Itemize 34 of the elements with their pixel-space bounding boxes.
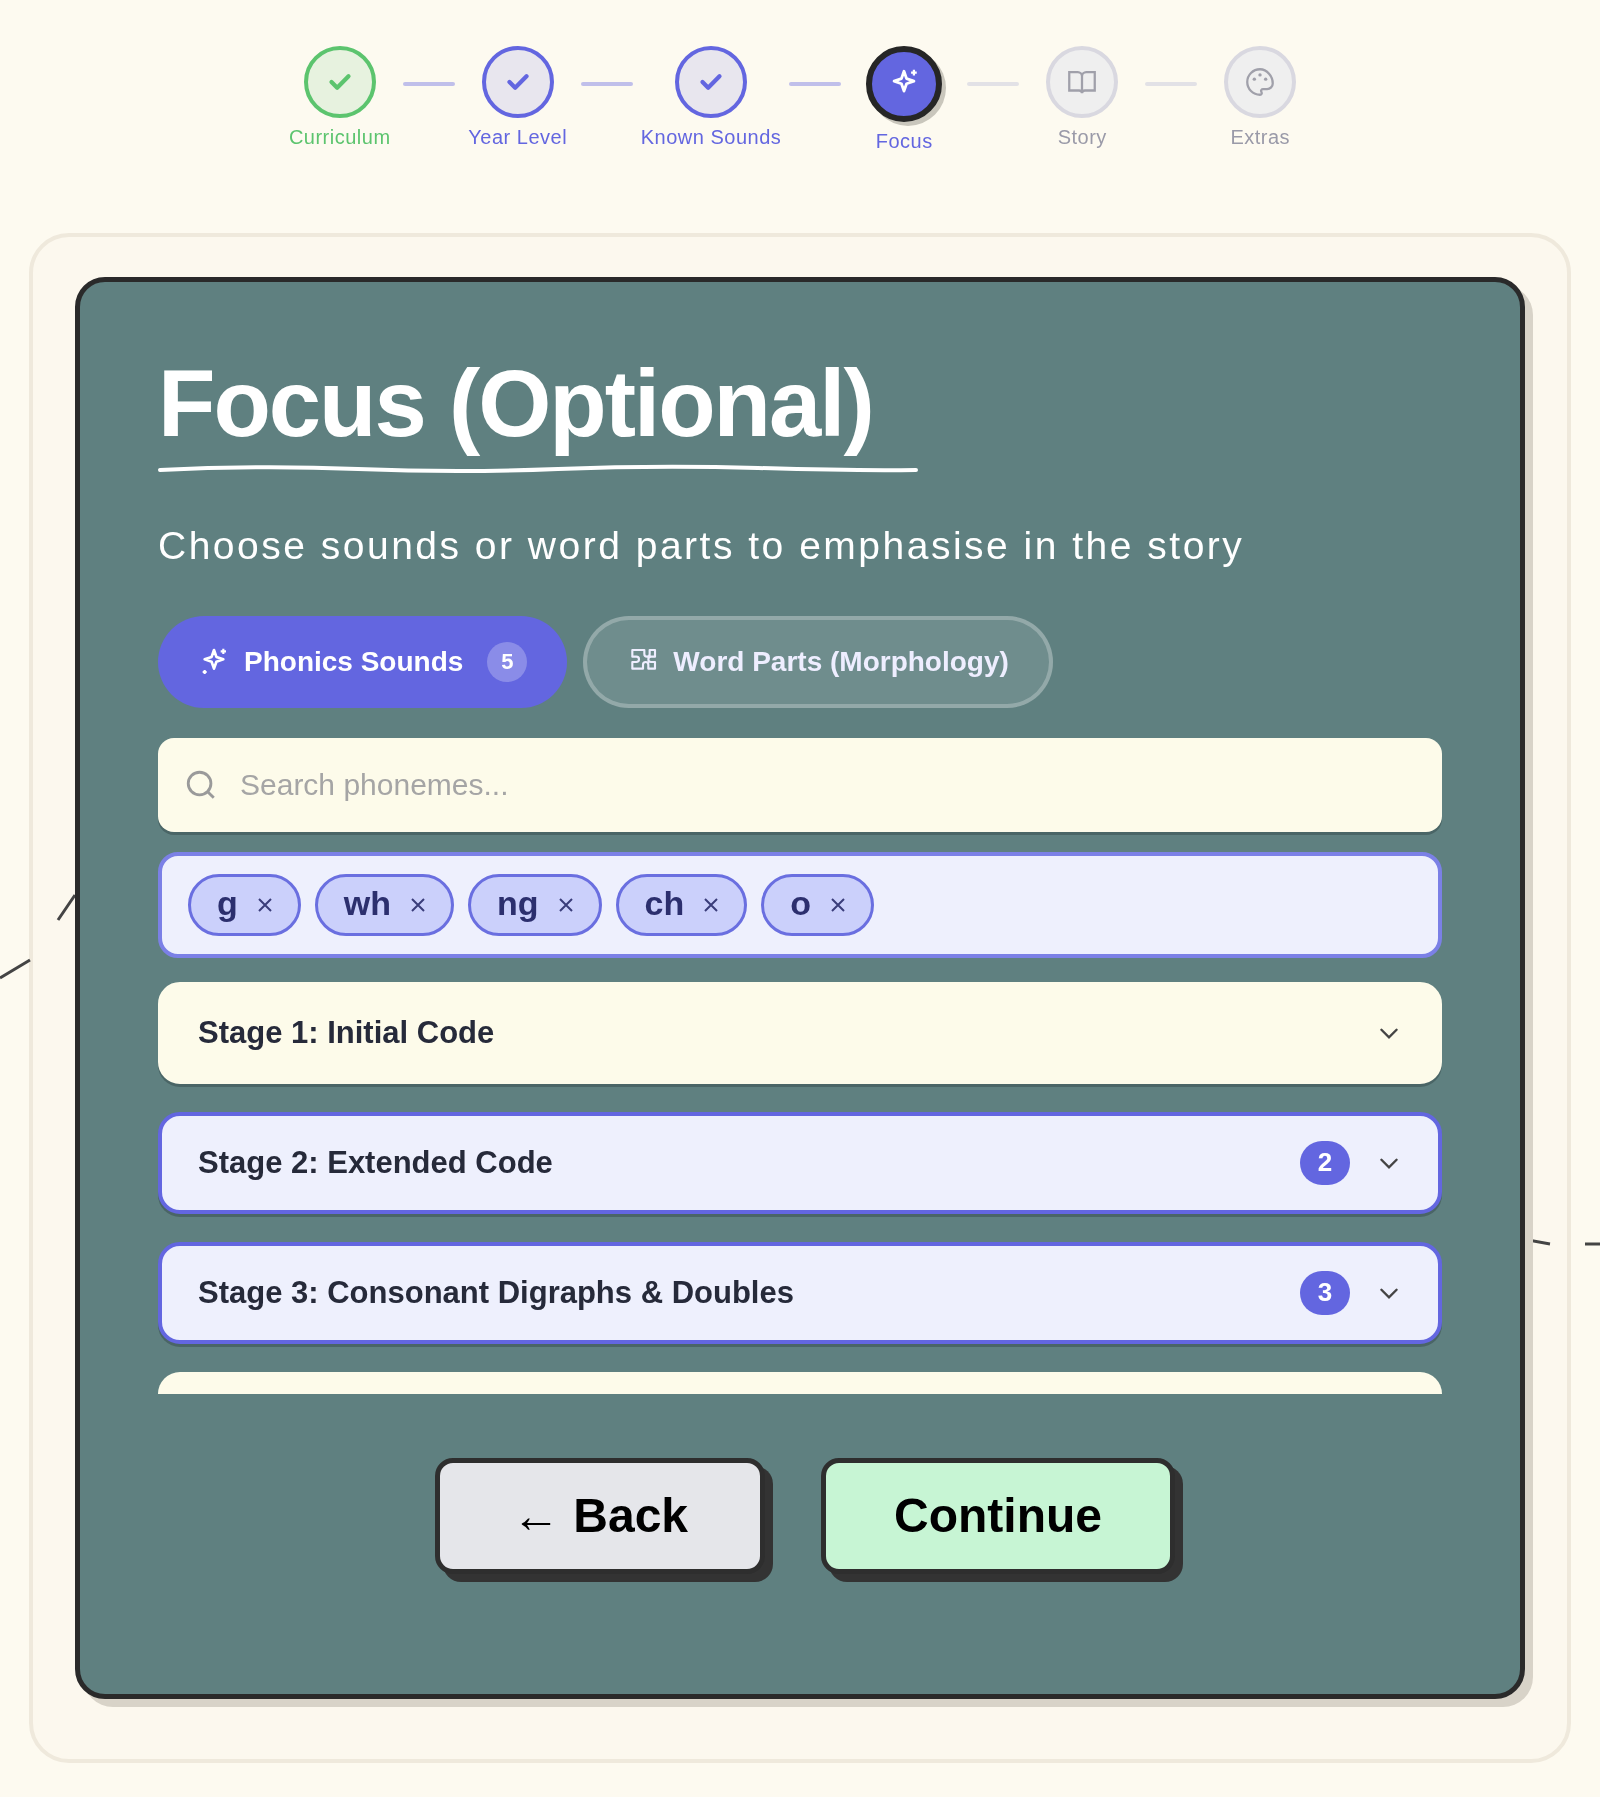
- stage-title: Stage 2: Extended Code: [198, 1143, 554, 1182]
- close-icon[interactable]: [255, 895, 274, 914]
- sound-chip[interactable]: wh: [314, 873, 454, 936]
- tab[interactable]: Phonics Sounds 5: [158, 615, 568, 708]
- page-title: Focus (Optional): [158, 352, 874, 456]
- chip-label: ch: [644, 885, 685, 924]
- stage-title: Stage 3: Consonant Digraphs & Doubles: [198, 1273, 795, 1312]
- close-icon[interactable]: [702, 895, 721, 914]
- stage-title: Stage 1: Initial Code: [198, 1013, 496, 1052]
- step-label: Year Level: [468, 125, 568, 150]
- step-label: Focus: [875, 129, 933, 154]
- chip-label: ng: [497, 885, 539, 924]
- count-badge: 3: [1300, 1270, 1350, 1315]
- chip-label: wh: [343, 885, 391, 924]
- sound-chip[interactable]: g: [188, 873, 301, 936]
- stage-row[interactable]: Stage 2: Extended Code 2: [158, 1111, 1442, 1214]
- chip-label: o: [790, 885, 811, 924]
- sound-chip[interactable]: ch: [615, 873, 748, 936]
- step-label: Known Sounds: [640, 125, 782, 150]
- close-icon[interactable]: [556, 895, 575, 914]
- close-icon[interactable]: [829, 895, 847, 914]
- stage-row[interactable]: Stage 3: Consonant Digraphs & Doubles 3: [158, 1241, 1442, 1344]
- sound-chip[interactable]: o: [761, 873, 874, 936]
- chip-label: g: [217, 885, 238, 924]
- count-badge: 5: [487, 641, 528, 682]
- stage-row[interactable]: Stage 1: Initial Code: [158, 981, 1442, 1084]
- close-icon[interactable]: [409, 895, 427, 914]
- subtitle: Choose sounds or word parts to emphasise in the story: [158, 523, 1246, 570]
- sound-chip[interactable]: ng: [468, 873, 602, 936]
- step-label: Story: [1057, 125, 1107, 150]
- search-field[interactable]: Search phonemes...: [158, 737, 1442, 832]
- step-label: Curriculum: [288, 125, 391, 150]
- step-label: Extras: [1230, 125, 1291, 150]
- count-badge: 2: [1300, 1140, 1350, 1185]
